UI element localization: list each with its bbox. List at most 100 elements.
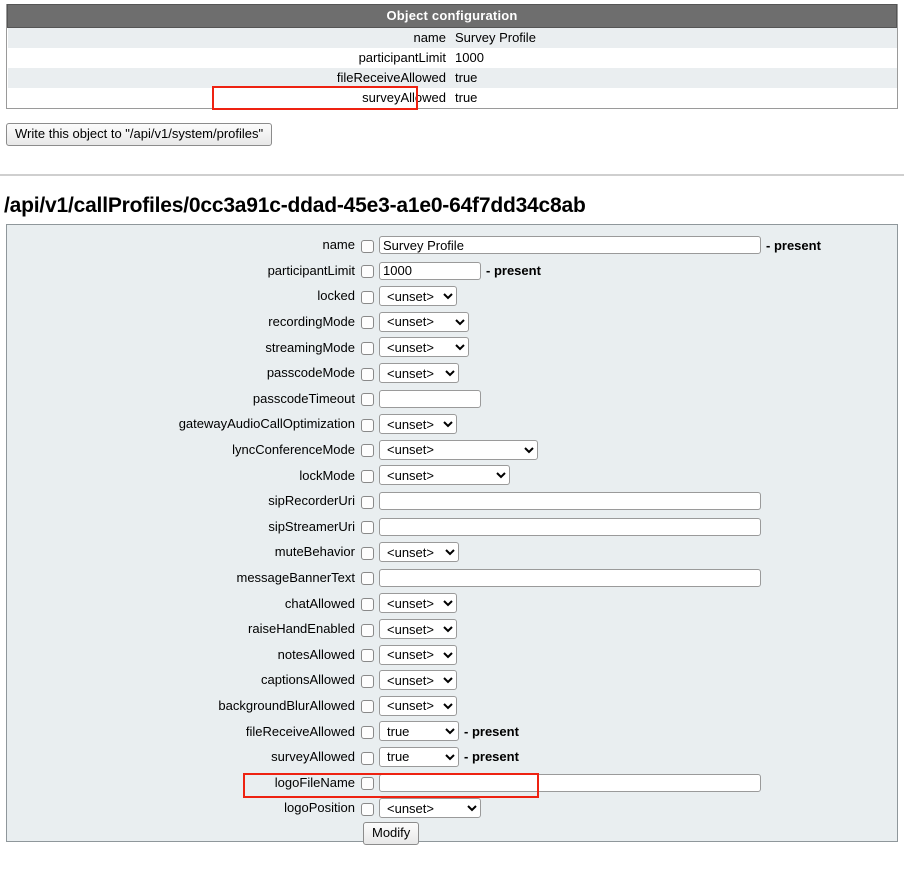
form-row: raiseHandEnabled<unset> <box>7 616 897 642</box>
form-field-checkbox[interactable] <box>361 521 374 534</box>
form-select[interactable]: <unset> <box>379 337 469 357</box>
form-text-input[interactable] <box>379 262 481 280</box>
form-text-input[interactable] <box>379 492 761 510</box>
write-object-button[interactable]: Write this object to "/api/v1/system/pro… <box>6 123 272 146</box>
form-field-checkbox[interactable] <box>361 342 374 355</box>
form-field-checkbox[interactable] <box>361 752 374 765</box>
form-field-cell: <unset> <box>379 591 897 617</box>
form-row: name- present <box>7 232 897 258</box>
form-field-label: name <box>7 232 355 258</box>
form-text-input[interactable] <box>379 390 481 408</box>
form-text-input[interactable] <box>379 774 761 792</box>
form-field-checkbox[interactable] <box>361 444 374 457</box>
form-field-checkbox[interactable] <box>361 419 374 432</box>
api-path-heading: /api/v1/callProfiles/0cc3a91c-ddad-45e3-… <box>4 194 904 218</box>
form-field-cell: <unset> <box>379 411 897 437</box>
form-field-checkbox[interactable] <box>361 675 374 688</box>
form-field-checkbox-cell <box>355 795 379 821</box>
form-field-cell: <unset> <box>379 463 897 489</box>
form-select[interactable]: <unset> <box>379 670 457 690</box>
form-select[interactable]: <unset> <box>379 312 469 332</box>
call-profile-form-body: name- presentparticipantLimit - present lo… <box>7 232 897 821</box>
form-field-label: passcodeMode <box>7 360 355 386</box>
form-field-cell: <unset>true- present <box>379 719 897 745</box>
form-row: lockMode<unset> <box>7 463 897 489</box>
form-field-checkbox[interactable] <box>361 291 374 304</box>
form-field-checkbox[interactable] <box>361 572 374 585</box>
form-field-label: fileReceiveAllowed <box>7 719 355 745</box>
form-text-input[interactable] <box>379 236 761 254</box>
object-config-row: nameSurvey Profile <box>8 28 897 49</box>
form-select[interactable]: <unset> <box>379 619 457 639</box>
form-field-checkbox-cell <box>355 463 379 489</box>
form-select[interactable]: <unset> <box>379 798 481 818</box>
object-config-row: fileReceiveAllowedtrue <box>8 68 897 88</box>
form-field-checkbox[interactable] <box>361 470 374 483</box>
form-field-checkbox[interactable] <box>361 547 374 560</box>
present-indicator: - present <box>464 749 519 764</box>
form-field-checkbox[interactable] <box>361 368 374 381</box>
form-text-input[interactable] <box>379 569 761 587</box>
form-select[interactable]: <unset> <box>379 363 459 383</box>
object-configuration-table: Object configuration nameSurvey Profilep… <box>7 4 897 108</box>
form-field-checkbox[interactable] <box>361 649 374 662</box>
form-field-checkbox-cell <box>355 539 379 565</box>
form-field-label: surveyAllowed <box>7 744 355 770</box>
form-field-cell: <unset> <box>379 642 897 668</box>
form-field-label: backgroundBlurAllowed <box>7 693 355 719</box>
form-select[interactable]: <unset> <box>379 542 459 562</box>
form-row: gatewayAudioCallOptimization <unset> <box>7 411 897 437</box>
form-field-checkbox[interactable] <box>361 624 374 637</box>
form-select[interactable]: <unset>true <box>379 721 459 741</box>
form-field-cell <box>379 565 897 591</box>
form-field-label: gatewayAudioCallOptimization <box>7 411 355 437</box>
form-field-checkbox[interactable] <box>361 240 374 253</box>
form-field-checkbox-cell <box>355 437 379 463</box>
form-field-cell: <unset> <box>379 693 897 719</box>
form-field-checkbox[interactable] <box>361 803 374 816</box>
form-field-label: streamingMode <box>7 335 355 361</box>
form-field-label: messageBannerText <box>7 565 355 591</box>
form-field-checkbox-cell <box>355 693 379 719</box>
form-field-checkbox[interactable] <box>361 598 374 611</box>
form-field-cell <box>379 386 897 412</box>
form-field-checkbox[interactable] <box>361 316 374 329</box>
form-field-cell <box>379 488 897 514</box>
form-select[interactable]: <unset> <box>379 286 457 306</box>
form-row: sipRecorderUri <box>7 488 897 514</box>
form-field-checkbox-cell <box>355 335 379 361</box>
object-config-value: Survey Profile <box>452 28 897 49</box>
form-field-checkbox-cell <box>355 488 379 514</box>
form-select[interactable]: <unset>true <box>379 747 459 767</box>
form-field-checkbox-cell <box>355 719 379 745</box>
modify-button[interactable]: Modify <box>363 822 419 845</box>
form-select[interactable]: <unset> <box>379 465 510 485</box>
form-field-checkbox-cell <box>355 770 379 796</box>
form-field-checkbox-cell <box>355 591 379 617</box>
form-field-checkbox[interactable] <box>361 700 374 713</box>
form-field-label: participantLimit <box>7 258 355 284</box>
form-field-checkbox-cell <box>355 283 379 309</box>
write-button-container: Write this object to "/api/v1/system/pro… <box>6 123 904 146</box>
form-field-checkbox[interactable] <box>361 393 374 406</box>
form-field-cell: <unset> <box>379 437 897 463</box>
call-profile-form-panel: name- presentparticipantLimit - present lo… <box>6 224 898 842</box>
form-field-checkbox[interactable] <box>361 496 374 509</box>
form-select[interactable]: <unset> <box>379 440 538 460</box>
form-field-checkbox[interactable] <box>361 726 374 739</box>
form-select[interactable]: <unset> <box>379 696 457 716</box>
form-field-cell: <unset> <box>379 539 897 565</box>
form-field-checkbox-cell <box>355 565 379 591</box>
form-field-label: passcodeTimeout <box>7 386 355 412</box>
form-field-checkbox[interactable] <box>361 777 374 790</box>
form-text-input[interactable] <box>379 518 761 536</box>
form-select[interactable]: <unset> <box>379 645 457 665</box>
form-field-cell: <unset>true - present <box>379 744 897 770</box>
form-field-label: sipRecorderUri <box>7 488 355 514</box>
form-field-label: notesAllowed <box>7 642 355 668</box>
form-select[interactable]: <unset> <box>379 593 457 613</box>
form-select[interactable]: <unset> <box>379 414 457 434</box>
object-config-key: surveyAllowed <box>8 88 453 108</box>
form-field-checkbox[interactable] <box>361 265 374 278</box>
form-row: captionsAllowed<unset> <box>7 667 897 693</box>
